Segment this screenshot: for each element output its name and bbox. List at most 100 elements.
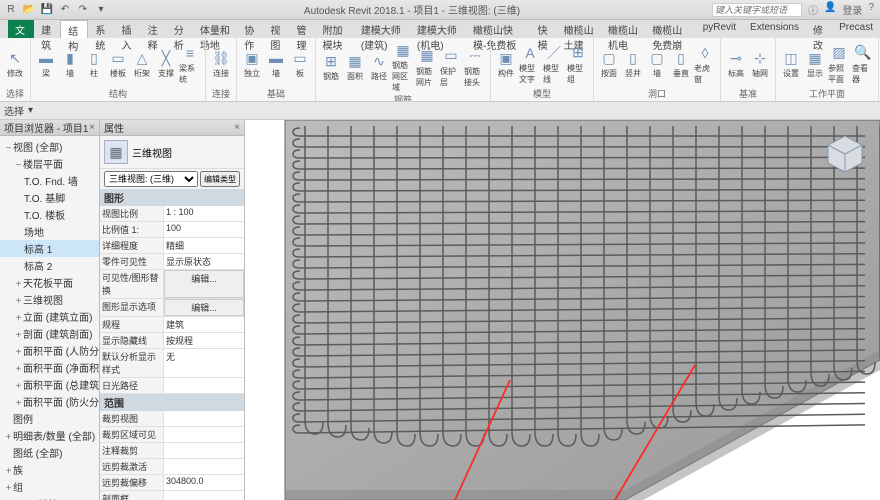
ribbon-button[interactable]: ▨参照平面: [828, 43, 850, 85]
property-value[interactable]: [164, 459, 244, 474]
ribbon-button[interactable]: ↖修改: [4, 48, 26, 79]
ribbon-button[interactable]: ▯竖井: [622, 48, 644, 79]
ribbon-button[interactable]: ▦钢筋网片: [416, 46, 438, 88]
property-value[interactable]: [164, 378, 244, 393]
ribbon-button[interactable]: ▬墙: [265, 48, 287, 79]
ribbon-button[interactable]: ▮墙: [59, 48, 81, 79]
ribbon-tab[interactable]: 橄榄山快模-免费板: [466, 20, 531, 38]
ribbon-button[interactable]: ▭板: [289, 48, 311, 79]
property-value[interactable]: [164, 427, 244, 442]
ribbon-tab[interactable]: 修改: [806, 20, 832, 38]
instance-selector[interactable]: 三维视图: (三维): [104, 171, 198, 187]
ribbon-button[interactable]: △桁架: [131, 48, 153, 79]
ribbon-button[interactable]: ▯柱: [83, 48, 105, 79]
viewport[interactable]: [245, 120, 880, 500]
tree-toggle-icon[interactable]: +: [4, 466, 13, 477]
property-value[interactable]: 1 : 100: [164, 206, 244, 221]
property-value[interactable]: 100: [164, 222, 244, 237]
ribbon-tab[interactable]: 协作: [237, 20, 263, 38]
tree-item[interactable]: +组: [0, 478, 99, 495]
ribbon-tab[interactable]: 建筑: [34, 20, 60, 38]
property-value[interactable]: [164, 411, 244, 426]
options-chevron-icon[interactable]: ▾: [28, 105, 33, 116]
close-icon[interactable]: ×: [234, 122, 240, 133]
tree-item[interactable]: T.O. Fnd. 墙: [0, 172, 99, 189]
tree-item[interactable]: 标高 2: [0, 257, 99, 274]
ribbon-button[interactable]: ⛓连接: [210, 48, 232, 79]
viewcube[interactable]: [822, 132, 868, 178]
undo-icon[interactable]: ↶: [58, 3, 72, 17]
tree-item[interactable]: Revit 链接: [0, 495, 99, 500]
tree-item[interactable]: +面积平面 (净面积): [0, 359, 99, 376]
ribbon-button[interactable]: ⊹轴网: [749, 48, 771, 79]
tree-item[interactable]: −楼层平面: [0, 155, 99, 172]
ribbon-button[interactable]: ∿路径: [368, 51, 390, 82]
tree-item[interactable]: −视图 (全部): [0, 138, 99, 155]
tree-item[interactable]: +明细表/数量 (全部): [0, 427, 99, 444]
ribbon-button[interactable]: ◊老虎窗: [694, 43, 716, 85]
tree-item[interactable]: 场地: [0, 223, 99, 240]
user-icon[interactable]: 👤: [824, 2, 836, 17]
ribbon-button[interactable]: ▣独立: [241, 48, 263, 79]
tree-toggle-icon[interactable]: −: [14, 160, 23, 171]
tree-toggle-icon[interactable]: −: [4, 143, 13, 154]
tree-toggle-icon[interactable]: +: [14, 364, 23, 375]
tree-toggle-icon[interactable]: +: [14, 313, 23, 324]
property-value[interactable]: [164, 443, 244, 458]
ribbon-button[interactable]: ▦显示: [804, 48, 826, 79]
info-icon[interactable]: ⓘ: [808, 2, 818, 17]
property-edit-button[interactable]: 编辑...: [164, 270, 244, 298]
ribbon-tab[interactable]: 管理: [289, 20, 315, 38]
ribbon-tab[interactable]: 分析: [167, 20, 193, 38]
ribbon-button[interactable]: ⊸标高: [725, 48, 747, 79]
ribbon-button[interactable]: ▬梁: [35, 48, 57, 79]
ribbon-tab[interactable]: 建模大师 (建筑): [354, 20, 410, 38]
tree-item[interactable]: +面积平面 (防火分区面积): [0, 393, 99, 410]
edit-type-button[interactable]: 编辑类型: [200, 171, 240, 187]
ribbon-tab[interactable]: 建模大师 (机电): [410, 20, 466, 38]
tree-item[interactable]: +天花板平面: [0, 274, 99, 291]
ribbon-button[interactable]: ▦面积: [344, 51, 366, 82]
ribbon-tab[interactable]: pyRevit: [696, 20, 743, 38]
tree-item[interactable]: 图例: [0, 410, 99, 427]
ribbon-tab[interactable]: 注释: [141, 20, 167, 38]
tree-item[interactable]: T.O. 楼板: [0, 206, 99, 223]
ribbon-tab[interactable]: 快模: [531, 20, 557, 38]
search-input[interactable]: [712, 3, 802, 17]
ribbon-tab[interactable]: 体量和场地: [193, 20, 237, 38]
tree-toggle-icon[interactable]: +: [4, 432, 13, 443]
ribbon-tab[interactable]: 橄榄山土建: [557, 20, 601, 38]
property-value[interactable]: 精细: [164, 238, 244, 253]
ribbon-tab[interactable]: 橄榄山机电: [601, 20, 645, 38]
ribbon-button[interactable]: ≡梁系统: [179, 43, 201, 85]
revit-logo-icon[interactable]: R: [4, 3, 18, 17]
ribbon-button[interactable]: ╳支撑: [155, 48, 177, 79]
type-selector[interactable]: ▦ 三维视图: [100, 136, 244, 169]
ribbon-button[interactable]: 🔍查看器: [852, 43, 874, 85]
tree-item[interactable]: +三维视图: [0, 291, 99, 308]
tree-toggle-icon[interactable]: +: [14, 398, 23, 409]
login-label[interactable]: 登录: [842, 2, 862, 17]
redo-icon[interactable]: ↷: [76, 3, 90, 17]
tree-toggle-icon[interactable]: +: [14, 279, 23, 290]
property-edit-button[interactable]: 编辑...: [164, 299, 244, 316]
property-section-header[interactable]: 范围: [100, 394, 244, 411]
ribbon-button[interactable]: ▯垂直: [670, 48, 692, 79]
qat-more-icon[interactable]: ▾: [94, 3, 108, 17]
ribbon-tab[interactable]: Precast: [832, 20, 880, 38]
ribbon-button[interactable]: ▣构件: [495, 48, 517, 79]
ribbon-tab[interactable]: 橄榄山免费崩: [645, 20, 695, 38]
property-value[interactable]: 建筑: [164, 317, 244, 332]
tree-toggle-icon[interactable]: +: [14, 347, 23, 358]
property-value[interactable]: [164, 491, 244, 500]
tree-item[interactable]: +族: [0, 461, 99, 478]
property-value[interactable]: 显示原状态: [164, 254, 244, 269]
tree-item[interactable]: +面积平面 (总建筑面积): [0, 376, 99, 393]
property-value[interactable]: 304800.0: [164, 475, 244, 490]
ribbon-button[interactable]: ⊞钢筋: [320, 51, 342, 82]
property-value[interactable]: 按规程: [164, 333, 244, 348]
ribbon-button[interactable]: ⊞模型组: [567, 43, 589, 85]
ribbon-button[interactable]: ▢墙: [646, 48, 668, 79]
tree-item[interactable]: +立面 (建筑立面): [0, 308, 99, 325]
property-section-header[interactable]: 图形: [100, 189, 244, 206]
